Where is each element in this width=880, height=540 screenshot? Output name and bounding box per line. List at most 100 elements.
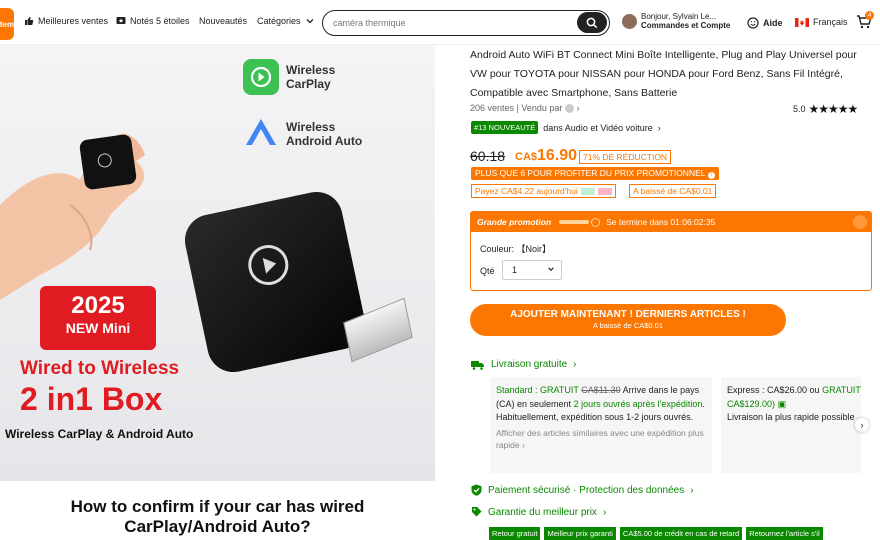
- site-logo[interactable]: tem: [0, 8, 14, 40]
- chevron-down-icon: [548, 267, 554, 271]
- chevron-right-icon: ›: [690, 484, 694, 496]
- sales-and-seller[interactable]: 206 ventes | Vendu par ›: [470, 103, 580, 114]
- nav-label: Catégories: [257, 16, 301, 26]
- express-note: Livraison la plus rapide possible: [727, 412, 855, 422]
- price-tag-icon: [472, 507, 482, 517]
- product-title: Android Auto WiFi BT Connect Mini Boîte …: [470, 49, 857, 99]
- quantity-select[interactable]: 1: [502, 260, 562, 280]
- language-selector[interactable]: Français: [795, 17, 848, 27]
- account-greeting: Bonjour, Sylvain Le...: [641, 12, 717, 21]
- quantity-label: Qté: [480, 266, 495, 276]
- old-price: 60.18: [470, 148, 506, 164]
- standard-days: 2 jours ouvrés après l'expédition: [573, 398, 703, 409]
- color-value: 【Noir】: [516, 244, 552, 254]
- cart-button[interactable]: 4: [856, 11, 874, 35]
- secure-payment-link[interactable]: Paiement sécurisé · Protection des donné…: [471, 484, 694, 496]
- cta-sub: A baissé de CA$0.01: [592, 321, 664, 330]
- guarantee-tag: CA$5.00 de crédit en cas de retard: [619, 527, 743, 540]
- question-line-2: CarPlay/Android Auto?: [124, 517, 311, 536]
- standard-free: GRATUIT: [540, 385, 579, 395]
- main-device: [180, 187, 370, 377]
- express-free: GRATUIT (: [822, 385, 861, 395]
- product-image[interactable]: Wireless CarPlay Wireless Android Auto 2…: [0, 45, 435, 481]
- pay-later-text: Payez CA$4.22 aujourd'hui: [475, 186, 578, 196]
- truck-icon: [471, 360, 484, 370]
- add-to-cart-button[interactable]: AJOUTER MAINTENANT ! DERNIERS ARTICLES !…: [470, 304, 786, 336]
- scroll-right-button[interactable]: ›: [855, 418, 869, 432]
- nav-new-arrivals[interactable]: Nouveautés: [199, 16, 247, 26]
- price-drop-badge: A baissé de CA$0.01: [629, 184, 717, 198]
- guarantee-tag: Meilleur prix garanti: [544, 527, 616, 540]
- account-menu[interactable]: Bonjour, Sylvain Le... Commandes et Comp…: [622, 12, 730, 30]
- guarantee-tags: Retour gratuit Meilleur prix garanti CA$…: [489, 527, 823, 540]
- description-section: How to confirm if your car has wired Car…: [0, 481, 435, 540]
- nav-categories[interactable]: Catégories: [257, 16, 315, 26]
- promotion-title: Grande promotion: [477, 217, 552, 227]
- similar-items-text: Afficher des articles similaires avec un…: [496, 427, 704, 450]
- shipping-title: Livraison gratuite: [491, 359, 568, 370]
- carplay-badge-text: Wireless CarPlay: [286, 63, 336, 91]
- rank-badge: #13 NOUVEAUTÉ: [471, 121, 539, 134]
- color-label: Couleur:: [480, 244, 515, 254]
- smile-icon: [747, 17, 759, 29]
- express-shipping-card[interactable]: Express : CA$26.00 ou GRATUIT ( CA$129.0…: [721, 377, 861, 473]
- language-label: Français: [813, 17, 848, 27]
- truck-icon: ▣: [777, 398, 787, 409]
- promo-note: PLUS QUE 6 POUR PROFITER DU PRIX PROMOTI…: [471, 167, 719, 180]
- year-badge: 2025 NEW Mini: [40, 286, 156, 350]
- ranking[interactable]: #13 NOUVEAUTÉ dans Audio et Vidéo voitur…: [471, 121, 661, 134]
- price-guarantee-link[interactable]: Garantie du meilleur prix ›: [471, 506, 606, 518]
- rating-value: 5.0: [793, 104, 806, 114]
- android-auto-logo: [246, 119, 276, 145]
- android-badge-text: Wireless Android Auto: [286, 120, 363, 148]
- canada-flag-icon: [795, 17, 809, 27]
- info-icon: !: [707, 172, 715, 179]
- free-shipping-link[interactable]: Livraison gratuite ›: [471, 359, 577, 370]
- year-badge-year: 2025: [71, 292, 125, 319]
- quantity-value: 1: [512, 265, 518, 275]
- similar-items-link[interactable]: Afficher des articles similaires avec un…: [496, 427, 706, 451]
- star-badge-icon: [116, 17, 126, 24]
- search-input[interactable]: [323, 18, 573, 28]
- standard-shipping-card[interactable]: Standard : GRATUIT CA$11.30 Arrive dans …: [490, 377, 712, 473]
- nav-five-stars[interactable]: Notés 5 étoiles: [116, 16, 190, 26]
- payment-logo-icon: [580, 187, 595, 195]
- guarantee-tag: Retour gratuit: [489, 527, 541, 540]
- chevron-right-icon: ›: [657, 122, 661, 133]
- help-label: Aide: [763, 18, 783, 28]
- clock-icon: [591, 217, 601, 227]
- chevron-right-icon: ›: [576, 103, 580, 113]
- color-option[interactable]: Couleur: 【Noir】: [480, 242, 551, 255]
- express-label: Express : CA$26.00 ou: [727, 385, 820, 395]
- seller-icon: [564, 104, 574, 114]
- promotion-box: Grande promotion Se termine dans 01:06:0…: [470, 211, 872, 291]
- nav-best-sellers[interactable]: Meilleures ventes: [24, 16, 108, 26]
- search-button[interactable]: [577, 12, 607, 33]
- chevron-right-icon: ›: [573, 359, 577, 370]
- progress-bar: [559, 220, 590, 224]
- price-currency: CA$: [515, 151, 538, 163]
- standard-old-price: CA$11.30: [581, 385, 621, 395]
- nav-label: Notés 5 étoiles: [130, 16, 190, 26]
- rating[interactable]: 5.0 ★★★★★: [793, 102, 859, 116]
- countdown: Se termine dans 01:06:02:35: [606, 217, 716, 227]
- hero-subline: Wireless CarPlay & Android Auto: [5, 427, 194, 441]
- carplay-logo: [243, 59, 279, 95]
- star-icon: ★★★★★: [808, 102, 859, 116]
- pay-later-badge[interactable]: Payez CA$4.22 aujourd'hui: [471, 184, 616, 198]
- cta-label: AJOUTER MAINTENANT ! DERNIERS ARTICLES !: [510, 309, 746, 320]
- year-badge-label: NEW Mini: [65, 320, 131, 336]
- small-device: [78, 133, 138, 191]
- rank-text: dans Audio et Vidéo voiture: [543, 122, 653, 133]
- avatar: [622, 13, 637, 29]
- chevron-right-icon: ›: [602, 506, 607, 518]
- hero-headline-2: 2 in1 Box: [20, 381, 163, 417]
- shield-check-icon: [471, 484, 482, 496]
- chevron-down-icon: [306, 19, 313, 24]
- guarantee-tag: Retournez l'article s'il: [746, 527, 823, 540]
- thumbs-up-icon: [25, 17, 34, 25]
- nav-label: Nouveautés: [199, 16, 248, 26]
- price-guarantee-text: Garantie du meilleur prix: [488, 506, 597, 518]
- help-link[interactable]: Aide: [747, 17, 783, 29]
- current-price: CA$16.90: [515, 147, 577, 165]
